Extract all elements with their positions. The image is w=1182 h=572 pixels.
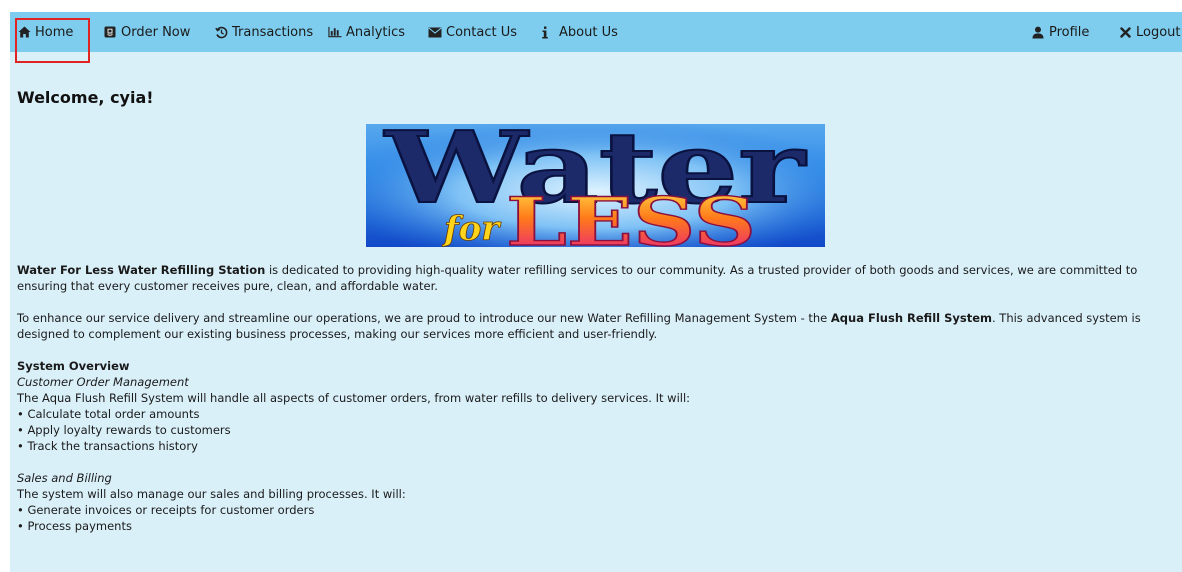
- nav-home[interactable]: Home: [17, 12, 73, 52]
- amazon-icon: [103, 25, 117, 39]
- list-item: • Calculate total order amounts: [17, 407, 200, 421]
- home-icon: [17, 25, 31, 39]
- sales-and-billing-subtitle: Sales and Billing: [17, 471, 112, 485]
- bar-chart-icon: [328, 25, 342, 39]
- sales-and-billing-text: The system will also manage our sales an…: [17, 487, 406, 501]
- list-item: • Process payments: [17, 519, 132, 533]
- history-icon: [214, 25, 228, 39]
- list-item: • Generate invoices or receipts for cust…: [17, 503, 315, 517]
- brand-name: Water For Less Water Refilling Station: [17, 263, 266, 277]
- customer-order-management-subtitle: Customer Order Management: [17, 375, 189, 389]
- nav-contact-us-label: Contact Us: [446, 24, 517, 40]
- list-item: • Apply loyalty rewards to customers: [17, 423, 231, 437]
- logo-word-for: for: [442, 209, 501, 247]
- nav-order-now-label: Order Now: [121, 24, 191, 40]
- nav-logout[interactable]: Logout: [1118, 12, 1181, 52]
- intro-paragraph-2: To enhance our service delivery and stre…: [17, 310, 1175, 342]
- customer-order-management-text: The Aqua Flush Refill System will handle…: [17, 391, 691, 405]
- nav-order-now[interactable]: Order Now: [103, 12, 190, 52]
- nav-analytics[interactable]: Analytics: [328, 12, 405, 52]
- nav-transactions[interactable]: Transactions: [214, 12, 313, 52]
- nav-profile[interactable]: Profile: [1031, 12, 1089, 52]
- page: Home Order Now Transactions Analytics Co: [10, 12, 1182, 572]
- nav-home-label: Home: [35, 24, 74, 40]
- nav-about-us[interactable]: About Us: [538, 12, 618, 52]
- envelope-icon: [428, 25, 442, 39]
- navbar: Home Order Now Transactions Analytics Co: [10, 12, 1182, 52]
- welcome-heading: Welcome, cyia!: [17, 88, 154, 107]
- close-icon: [1118, 25, 1132, 39]
- intro-paragraph-2-start: To enhance our service delivery and stre…: [17, 311, 831, 325]
- user-icon: [1031, 25, 1045, 39]
- nav-logout-label: Logout: [1136, 24, 1181, 40]
- info-icon: [538, 25, 552, 39]
- logo-word-less: LESS: [506, 183, 756, 247]
- system-overview-title: System Overview: [17, 359, 130, 373]
- nav-about-us-label: About Us: [559, 24, 618, 40]
- nav-contact-us[interactable]: Contact Us: [428, 12, 517, 52]
- nav-transactions-label: Transactions: [232, 24, 314, 40]
- main-content: Water For Less Water Refilling Station i…: [17, 262, 1175, 534]
- system-name: Aqua Flush Refill System: [830, 311, 992, 325]
- water-for-less-logo: Water for LESS: [366, 124, 825, 247]
- nav-profile-label: Profile: [1049, 24, 1090, 40]
- nav-analytics-label: Analytics: [346, 24, 406, 40]
- intro-paragraph-1: Water For Less Water Refilling Station i…: [17, 262, 1175, 294]
- list-item: • Track the transactions history: [17, 439, 198, 453]
